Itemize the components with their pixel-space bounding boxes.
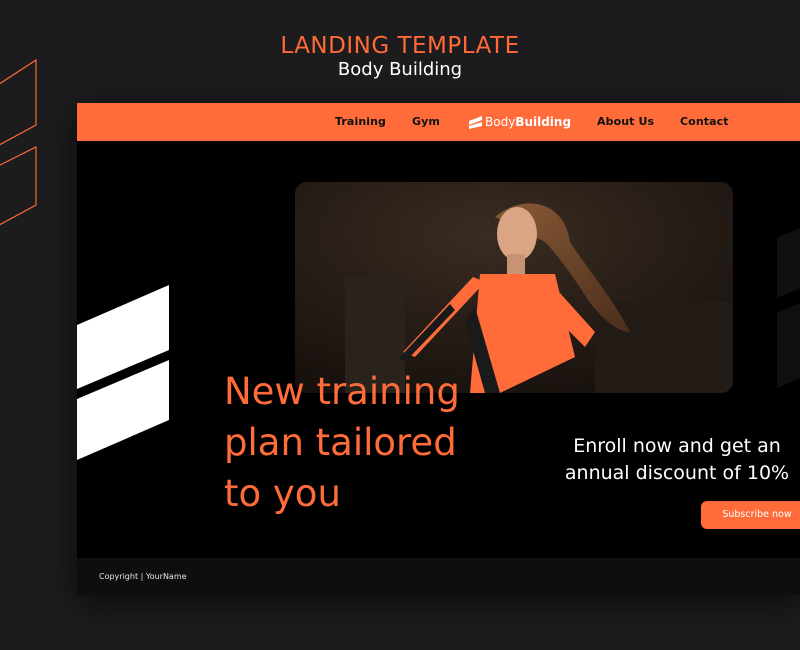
- copyright-text: Copyright | YourName: [99, 572, 187, 581]
- logo-text-bold: Building: [515, 115, 572, 129]
- hero-headline: New training plan tailored to you: [224, 366, 544, 519]
- brand-logo[interactable]: BodyBuilding: [469, 113, 571, 131]
- landing-page-mockup: Training Gym BodyBuilding About Us Conta…: [77, 103, 800, 595]
- enroll-offer-text: Enroll now and get an annual discount of…: [547, 433, 800, 487]
- nav-item-gym[interactable]: Gym: [412, 115, 440, 128]
- headline-line-3: to you: [224, 472, 341, 515]
- headline-line-1: New training: [224, 370, 460, 413]
- subscribe-button[interactable]: Subscribe now: [701, 501, 800, 529]
- backdrop-decorative-stripes: [0, 58, 37, 226]
- logo-stripes-icon: [469, 116, 482, 129]
- headline-line-2: plan tailored: [224, 421, 457, 464]
- decorative-stripes-right: [777, 228, 800, 388]
- presentation-title: LANDING TEMPLATE: [280, 33, 520, 59]
- nav-item-contact[interactable]: Contact: [680, 115, 729, 128]
- logo-text: BodyBuilding: [485, 115, 571, 129]
- navbar: Training Gym BodyBuilding About Us Conta…: [77, 103, 800, 141]
- presentation-subtitle: Body Building: [337, 59, 463, 80]
- enroll-line-2: annual discount of 10%: [564, 462, 790, 484]
- decorative-stripes-left: [77, 285, 169, 460]
- nav-item-training[interactable]: Training: [335, 115, 386, 128]
- enroll-line-1: Enroll now and get an: [573, 435, 781, 457]
- footer: Copyright | YourName: [77, 558, 800, 595]
- nav-item-about-us[interactable]: About Us: [597, 115, 654, 128]
- logo-text-light: Body: [485, 115, 516, 129]
- hero-athlete-photo: [295, 182, 733, 393]
